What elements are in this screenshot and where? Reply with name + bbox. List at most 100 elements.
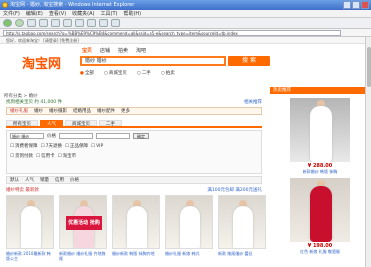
filter-checkbox[interactable]: 正品保障 — [65, 143, 88, 149]
menu-favorites[interactable]: 收藏夹(A) — [72, 10, 94, 17]
menu-view[interactable]: 查看(V) — [49, 10, 66, 17]
wedding-dress — [233, 206, 253, 248]
site-logo[interactable]: 淘宝网 — [22, 53, 61, 72]
list-item[interactable]: 新款 拖尾婚纱 蕾丝 — [218, 195, 266, 267]
price-max-input[interactable] — [96, 133, 130, 139]
sidebar-caption[interactable]: 红色 新娘 礼服 敬酒服 — [270, 249, 370, 254]
minimize-button[interactable] — [343, 1, 351, 9]
radio-auction[interactable]: 拍卖 — [161, 70, 175, 76]
menu-edit[interactable]: 编辑(E) — [26, 10, 43, 17]
sidebar-caption[interactable]: 新款婚纱 韩版 抹胸 — [270, 169, 370, 174]
ie-icon — [2, 2, 8, 8]
menu-file[interactable]: 文件(F) — [3, 10, 20, 17]
list-item[interactable]: 婚纱新款 韩版 抹胸齐地 — [112, 195, 160, 267]
forward-icon[interactable] — [15, 19, 24, 27]
product-photo[interactable]: 优惠活动 抢购 — [59, 195, 107, 249]
filter-checkbox[interactable]: 消费者保障 — [10, 143, 38, 149]
menu-help[interactable]: 帮助(H) — [123, 10, 141, 17]
search-input[interactable]: 婚纱 婚纱 — [80, 56, 226, 66]
close-button[interactable] — [361, 1, 369, 9]
filter-confirm-button[interactable]: 确定 — [133, 133, 149, 139]
product-photo[interactable] — [165, 195, 213, 249]
sort-credit[interactable]: 信用 — [55, 177, 64, 183]
category-item[interactable]: 婚纱配件 — [97, 108, 115, 114]
wedding-dress — [310, 106, 332, 162]
promo-right[interactable]: 满100元包邮 满200元送礼 — [207, 187, 262, 193]
wedding-dress — [21, 206, 41, 248]
radio-secondhand[interactable]: 二手 — [137, 70, 151, 76]
related-link[interactable]: 相关推荐 — [244, 99, 262, 105]
vertical-scrollbar[interactable] — [365, 37, 371, 267]
scrollbar-thumb[interactable] — [367, 47, 371, 87]
filter-checkbox[interactable]: 货到付款 — [10, 153, 33, 159]
history-icon[interactable] — [87, 19, 96, 27]
red-dress — [310, 186, 332, 242]
home-icon[interactable] — [51, 19, 60, 27]
search-button[interactable]: 搜 索 — [228, 56, 270, 66]
sidebar-header: 热卖推荐 — [270, 87, 370, 94]
product-photo[interactable] — [6, 195, 54, 249]
radio-all[interactable]: 全部 — [80, 70, 94, 76]
tab-all[interactable]: 所有宝贝 — [6, 120, 38, 127]
sort-default[interactable]: 默认 — [10, 177, 19, 183]
product-caption[interactable]: 新款 拖尾婚纱 蕾丝 — [218, 251, 266, 261]
filter-checkbox[interactable]: 淘宝币 — [58, 153, 77, 159]
sort-sales[interactable]: 销量 — [40, 177, 49, 183]
radio-mall[interactable]: 商城宝贝 — [104, 70, 127, 76]
product-photo[interactable] — [112, 195, 160, 249]
category-item[interactable]: 更多 — [121, 108, 130, 114]
product-caption[interactable]: 婚纱新款 韩版 抹胸齐地 — [112, 251, 160, 261]
search-tab-item[interactable]: 宝贝 — [82, 47, 92, 54]
list-item[interactable]: 婚纱礼服 新娘 韩式 — [165, 195, 213, 267]
category-item[interactable]: 结婚用品 — [73, 108, 91, 114]
print-icon[interactable] — [111, 19, 120, 27]
result-tabs: 所有宝贝 人气 商城宝贝 二手 — [6, 120, 262, 128]
favorites-icon[interactable] — [75, 19, 84, 27]
category-item[interactable]: 婚纱摄影 — [49, 108, 67, 114]
mail-icon[interactable] — [99, 19, 108, 27]
address-input[interactable]: http://s.taobao.com/search?q=%BB%E9%C9%B… — [3, 29, 341, 36]
sort-popularity[interactable]: 人气 — [25, 177, 34, 183]
search-tab-forum[interactable]: 淘吧 — [136, 47, 146, 54]
promo-left[interactable]: 婚纱特卖 最新款 — [6, 187, 39, 193]
sort-price[interactable]: 价格 — [70, 177, 79, 183]
web-page: 您好，欢迎来淘宝！ [请登录] [免费注册] 淘宝网 宝贝 店铺 拍卖 淘吧 婚… — [0, 37, 371, 267]
category-row: 婚纱礼服 婚纱 婚纱摄影 结婚用品 婚纱配件 更多 — [6, 107, 262, 115]
category-item[interactable]: 婚纱礼服 — [10, 108, 28, 114]
sort-bar: 默认 人气 销量 信用 价格 — [6, 176, 262, 184]
filter-checkbox[interactable]: 信用卡 — [36, 153, 55, 159]
sidebar-product-photo[interactable] — [290, 178, 350, 242]
filter-query-field[interactable]: 婚纱 婚纱 — [10, 133, 44, 139]
tab-mall[interactable]: 商城宝贝 — [65, 120, 97, 127]
search-tab-shop[interactable]: 店铺 — [100, 47, 110, 54]
filter-checkbox[interactable]: VIP — [91, 144, 103, 149]
menu-bar: 文件(F) 编辑(E) 查看(V) 收藏夹(A) 工具(T) 帮助(H) — [0, 10, 371, 18]
product-caption[interactable]: 婚纱礼服 新娘 韩式 — [165, 251, 213, 261]
list-item[interactable]: 婚纱新款 2010最新款 韩版公主 — [6, 195, 54, 267]
refresh-icon[interactable] — [39, 19, 48, 27]
stop-icon[interactable] — [27, 19, 36, 27]
back-icon[interactable] — [3, 19, 12, 27]
result-grid: 婚纱新款 2010最新款 韩版公主 优惠活动 抢购 新款婚纱 婚纱礼服 齐地拖尾… — [6, 195, 266, 267]
menu-tools[interactable]: 工具(T) — [101, 10, 118, 17]
result-info: 找到相关宝贝 约 41,000 件 相关推荐 — [6, 99, 262, 105]
maximize-button[interactable] — [352, 1, 360, 9]
filter-panel: 婚纱 婚纱 价格 确定 消费者保障 7天退换 正品保障 VIP 货到付款 信用卡… — [6, 130, 262, 174]
tab-popular[interactable]: 人气 — [40, 120, 63, 127]
list-item[interactable]: 优惠活动 抢购 新款婚纱 婚纱礼服 齐地拖尾 — [59, 195, 107, 267]
product-caption[interactable]: 婚纱新款 2010最新款 韩版公主 — [6, 251, 54, 261]
filter-checkbox[interactable]: 7天退换 — [41, 143, 62, 149]
price-min-input[interactable] — [59, 133, 93, 139]
search-tabs: 宝贝 店铺 拍卖 淘吧 — [82, 47, 146, 54]
sidebar-product-photo[interactable] — [290, 98, 350, 162]
window-controls — [343, 1, 369, 9]
search-icon[interactable] — [63, 19, 72, 27]
product-photo[interactable] — [218, 195, 266, 249]
filter-row: 货到付款 信用卡 淘宝币 — [7, 151, 261, 161]
search-tab-auction[interactable]: 拍卖 — [118, 47, 128, 54]
tab-secondhand[interactable]: 二手 — [99, 120, 122, 127]
category-item[interactable]: 婚纱 — [34, 108, 43, 114]
product-caption[interactable]: 新款婚纱 婚纱礼服 齐地拖尾 — [59, 251, 107, 261]
search-scope: 全部 商城宝贝 二手 拍卖 — [80, 70, 175, 76]
title-bar: 淘宝网 - 婚纱, 淘宝搜索 - Windows Internet Explor… — [0, 0, 371, 10]
